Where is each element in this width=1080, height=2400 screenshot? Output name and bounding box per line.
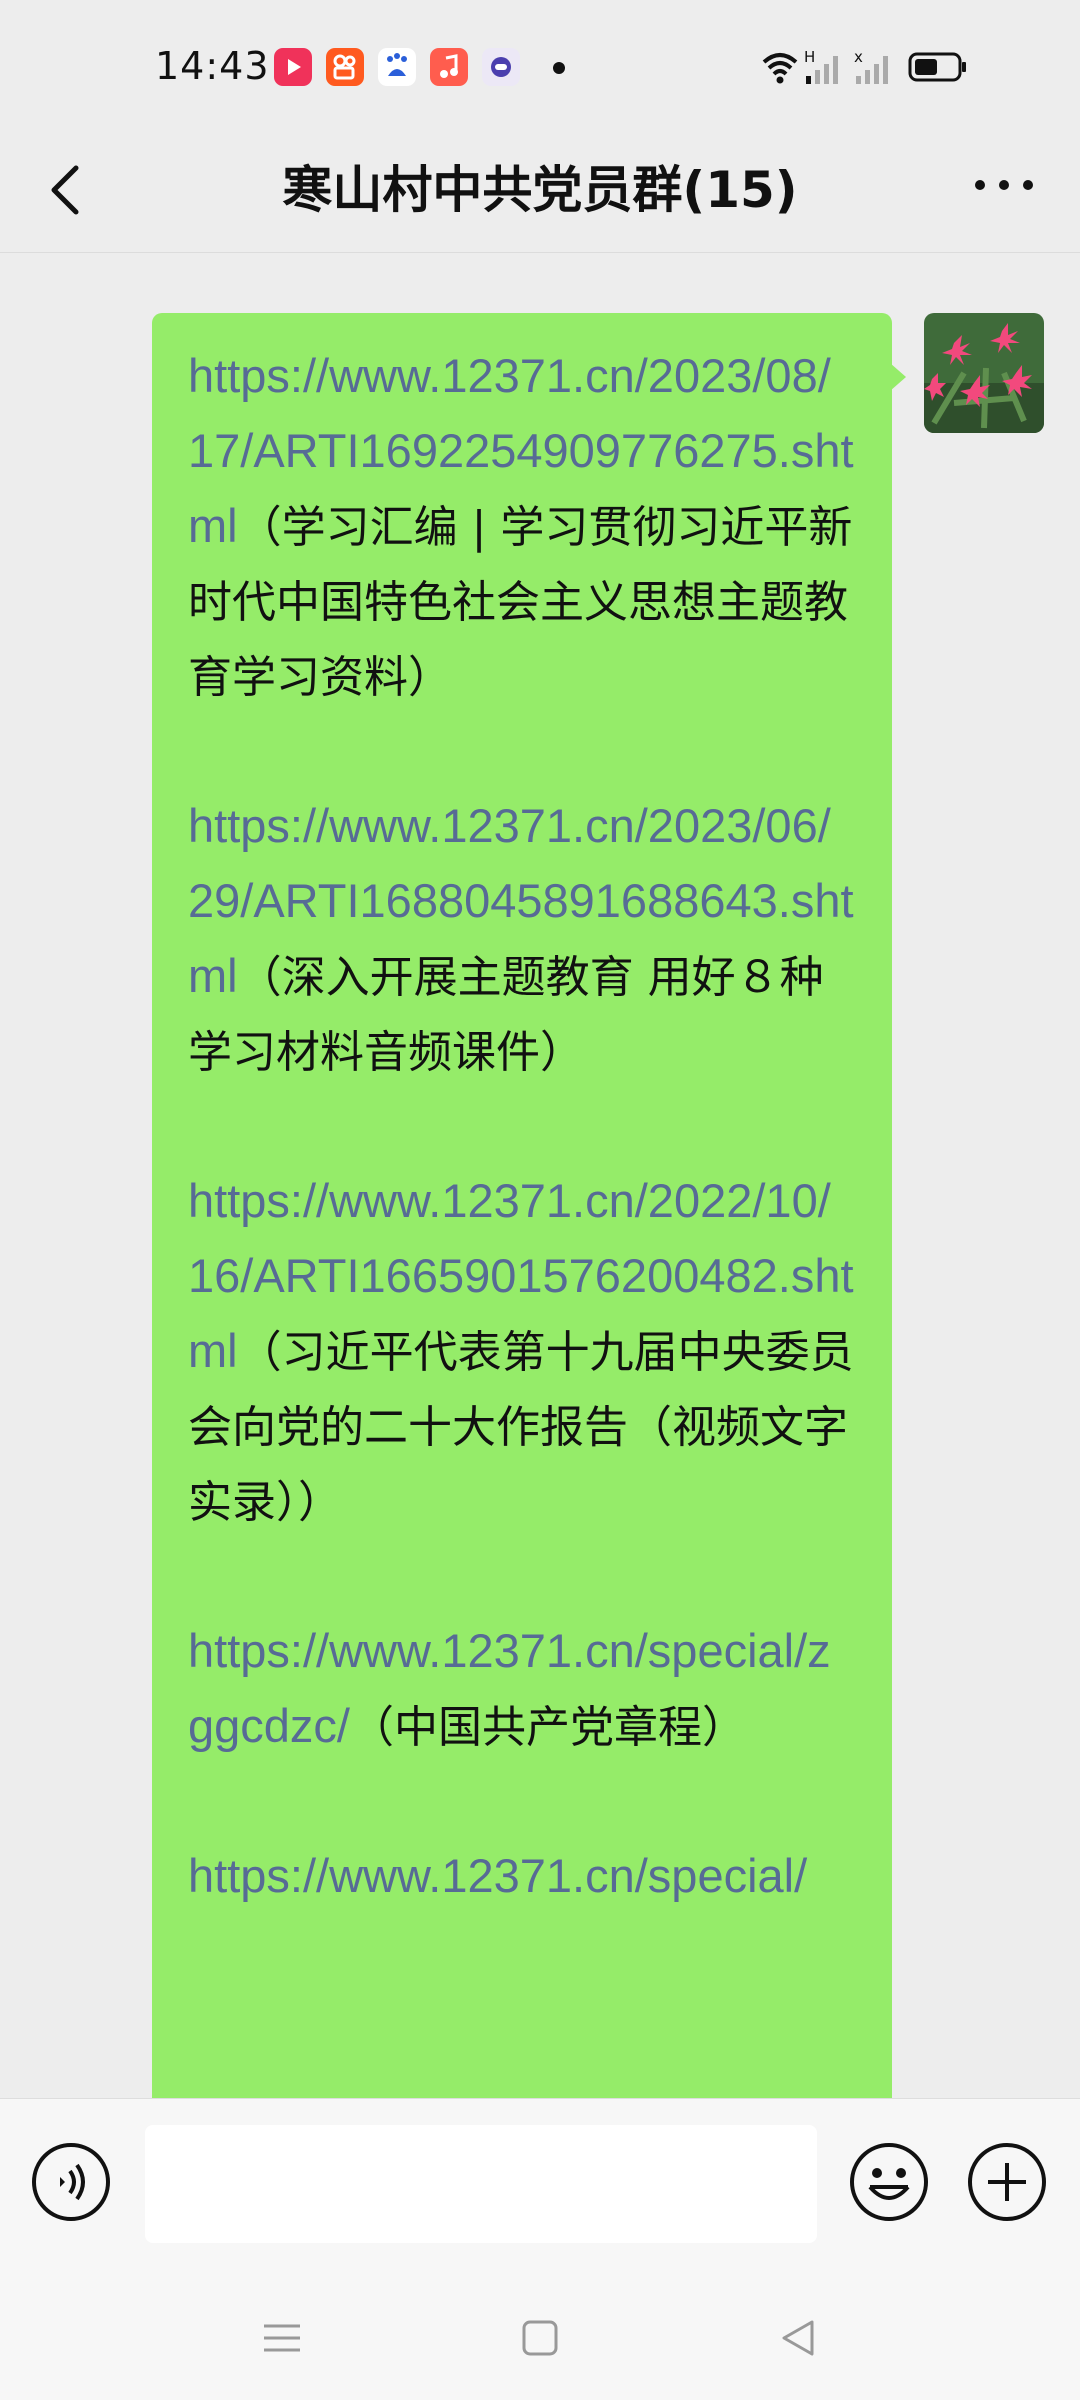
avatar[interactable]	[924, 313, 1044, 433]
game-icon	[482, 48, 520, 86]
message-link-description: （习近平代表第十九届中央委员会向党的二十大作报告（视频文字实录））	[188, 1327, 854, 1528]
back-nav-button[interactable]	[768, 2308, 828, 2368]
more-functions-button[interactable]	[966, 2141, 1048, 2223]
message-bubble[interactable]: https://www.12371.cn/2023/08/17/ARTI1692…	[152, 313, 892, 2098]
voice-button[interactable]	[30, 2141, 112, 2223]
chat-area[interactable]: https://www.12371.cn/2023/08/17/ARTI1692…	[0, 253, 1080, 2098]
back-triangle-icon	[782, 2320, 814, 2356]
status-time: 14:43	[155, 44, 270, 88]
plus-icon	[968, 2143, 1046, 2221]
home-nav-button[interactable]	[510, 2308, 570, 2368]
message-input[interactable]	[145, 2125, 817, 2243]
wifi-icon	[762, 53, 798, 84]
battery-icon	[908, 52, 966, 82]
message-entry: https://www.12371.cn/special/	[188, 1839, 854, 1915]
chat-title: 寒山村中共党员群(15)	[282, 161, 798, 219]
voice-icon	[32, 2143, 110, 2221]
home-square-icon	[522, 2320, 558, 2356]
flower-avatar-icon	[924, 313, 1044, 433]
system-status-icons: H x	[762, 48, 966, 84]
status-bar: 14:43 H x	[0, 0, 1080, 130]
message-entry: https://www.12371.cn/special/zggcdzc/（中国…	[188, 1614, 854, 1765]
svg-text:H: H	[804, 48, 815, 66]
menu-nav-button[interactable]	[252, 2308, 312, 2368]
kuaishou-icon	[326, 48, 364, 86]
signal-icon-2: x	[854, 48, 888, 84]
navigation-bar	[0, 2268, 1080, 2400]
message-link[interactable]: https://www.12371.cn/special/	[188, 1849, 807, 1902]
notification-dot	[553, 62, 565, 74]
music-icon	[430, 48, 468, 86]
signal-icon-1: H	[804, 48, 838, 84]
message-link-description: （中国共产党章程）	[349, 1702, 746, 1753]
emoji-button[interactable]	[848, 2141, 930, 2223]
more-button[interactable]	[964, 150, 1044, 220]
chat-header: 寒山村中共党员群(15)	[0, 130, 1080, 253]
svg-text:x: x	[854, 48, 863, 66]
video-app-icon	[274, 48, 312, 86]
baidu-icon	[378, 48, 416, 86]
message-entry: https://www.12371.cn/2023/08/17/ARTI1692…	[188, 339, 854, 715]
input-bar	[0, 2098, 1080, 2269]
message-link-description: （深入开展主题教育 用好８种学习材料音频课件）	[188, 952, 824, 1078]
menu-icon	[264, 2324, 300, 2352]
message-entry: https://www.12371.cn/2023/06/29/ARTI1688…	[188, 789, 854, 1090]
bubble-tail	[890, 363, 906, 391]
message-link-description: （学习汇编 | 学习贯彻习近平新时代中国特色社会主义思想主题教育学习资料）	[188, 502, 853, 703]
emoji-icon	[850, 2143, 928, 2221]
message-entry: https://www.12371.cn/2022/10/16/ARTI1665…	[188, 1164, 854, 1540]
more-dots-icon	[975, 180, 1033, 190]
